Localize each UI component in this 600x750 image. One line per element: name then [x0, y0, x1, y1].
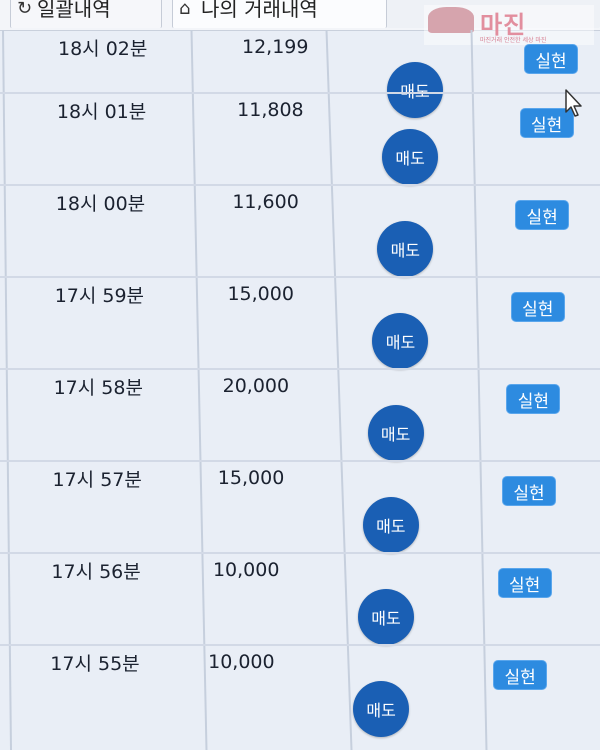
table-row: 17시 58분 20,000 매도 실현: [0, 368, 600, 462]
sell-badge-button[interactable]: 매도: [353, 681, 410, 737]
trade-amount: 20,000: [222, 375, 290, 397]
realized-badge-button[interactable]: 실현: [524, 44, 578, 74]
trade-time: 17시 57분: [52, 469, 142, 491]
trade-time: 17시 56분: [51, 561, 141, 583]
trade-amount: 11,600: [232, 191, 299, 213]
trade-time: 17시 59분: [54, 285, 145, 307]
trade-time: 18시 00분: [55, 193, 146, 215]
trade-history-table: 18시 02분 12,199 매도 실현 18시 01분 11,808 매도 실현 18시 00…: [0, 30, 600, 750]
sell-badge-button[interactable]: 매도: [367, 405, 424, 461]
trade-amount: 15,000: [227, 283, 294, 305]
realized-badge-button[interactable]: 실현: [493, 660, 548, 690]
trade-amount: 11,808: [237, 99, 304, 121]
trade-time: 17시 55분: [50, 653, 140, 675]
sell-badge-button[interactable]: 매도: [377, 221, 434, 277]
realized-badge-button[interactable]: 실현: [515, 200, 570, 230]
realized-badge-button[interactable]: 실현: [506, 384, 561, 414]
table-row: 17시 55분 10,000 매도 실현: [0, 644, 600, 738]
trade-amount: 15,000: [217, 467, 285, 489]
trade-time: 17시 58분: [53, 377, 143, 399]
mouse-cursor-icon: [565, 89, 582, 117]
trade-amount: 10,000: [212, 559, 280, 581]
realized-badge-button[interactable]: 실현: [502, 476, 556, 506]
table-row: 17시 59분 15,000 매도 실현: [0, 276, 600, 370]
sell-badge-button[interactable]: 매도: [357, 589, 414, 645]
sell-badge-button[interactable]: 매도: [362, 497, 419, 553]
sell-badge-button[interactable]: 매도: [372, 313, 429, 369]
trade-time: 18시 01분: [56, 101, 147, 123]
realized-badge-button[interactable]: 실현: [510, 292, 565, 322]
trade-amount: 12,199: [242, 36, 309, 58]
table-row: 18시 00분 11,600 매도 실현: [0, 184, 600, 278]
sell-badge-button[interactable]: 매도: [382, 129, 439, 185]
table-row: 18시 02분 12,199 매도 실현: [0, 0, 600, 118]
trade-time: 18시 02분: [58, 38, 148, 60]
realized-badge-button[interactable]: 실현: [497, 568, 552, 598]
table-row: 18시 01분 11,808 매도 실현: [0, 92, 600, 186]
table-row: 17시 56분 10,000 매도 실현: [0, 552, 600, 646]
trade-amount: 10,000: [208, 651, 275, 673]
table-row: 17시 57분 15,000 매도 실현: [0, 460, 600, 554]
